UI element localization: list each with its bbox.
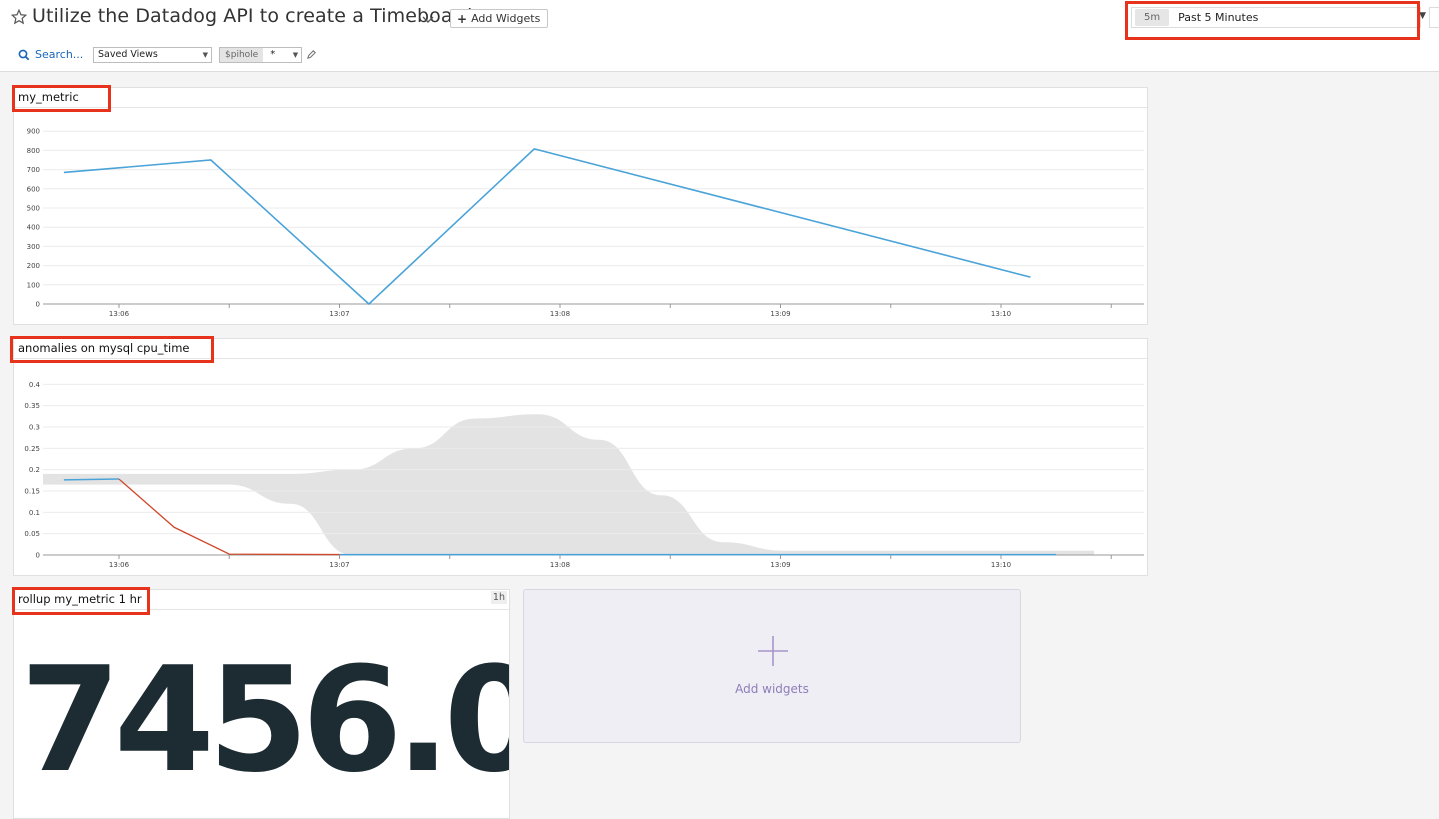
series-line	[63, 478, 120, 481]
timeseries-widget[interactable]: my_metric 0 100 200 300 400 500 600 700 800 900 13…	[13, 87, 1148, 325]
add-widgets-zone-label: Add widgets	[735, 682, 809, 696]
y-tick-label: 600	[27, 185, 40, 193]
y-tick-label: 500	[27, 205, 40, 213]
x-tick-label: 13:07	[329, 561, 349, 569]
time-selector[interactable]: 5m Past 5 Minutes ▼	[1131, 7, 1426, 28]
plus-icon	[758, 636, 788, 666]
x-tick-label: 13:08	[550, 561, 570, 569]
x-tick-label: 13:09	[770, 310, 790, 318]
pencil-icon[interactable]	[306, 49, 317, 60]
x-tick-label: 13:09	[770, 561, 790, 569]
star-icon[interactable]	[10, 6, 28, 28]
y-tick-label: 0.15	[24, 488, 40, 496]
y-tick-label: 300	[27, 243, 40, 251]
y-tick-label: 0	[36, 552, 40, 560]
y-tick-label: 0.05	[24, 530, 40, 538]
time-range-badge: 5m	[1135, 9, 1170, 26]
y-tick-label: 0.35	[24, 402, 40, 410]
add-widgets-label: Add Widgets	[471, 12, 541, 25]
widget-header: anomalies on mysql cpu_time	[14, 339, 1147, 359]
add-widgets-zone[interactable]: Add widgets	[523, 589, 1021, 743]
timeseries-chart[interactable]: 0 100 200 300 400 500 600 700 800 900 13:06 13:07 13…	[14, 108, 1147, 324]
query-value-widget[interactable]: rollup my_metric 1 hr 1h 7456.0	[13, 589, 510, 819]
plus-icon: +	[457, 11, 468, 26]
anomaly-chart[interactable]: 0 0.05 0.1 0.15 0.2 0.25 0.3 0.35 0.4 13:06 13:07 1…	[14, 359, 1147, 575]
time-control-button[interactable]	[1429, 7, 1439, 28]
search-button[interactable]: Search...	[18, 48, 83, 61]
x-tick-label: 13:10	[991, 310, 1011, 318]
y-tick-label: 0.1	[29, 509, 40, 517]
query-value: 7456.0	[20, 636, 510, 805]
template-variable[interactable]: $pihole * ▼	[219, 47, 303, 63]
y-tick-label: 900	[27, 128, 40, 136]
series-line	[63, 147, 1031, 306]
x-tick-label: 13:07	[329, 310, 349, 318]
add-widgets-button[interactable]: + Add Widgets	[450, 9, 549, 28]
y-tick-label: 0.3	[29, 424, 40, 432]
y-tick-label: 0.4	[29, 381, 41, 389]
anomaly-widget[interactable]: anomalies on mysql cpu_time 0 0.05 0.1 0.15…	[13, 338, 1148, 576]
x-tick-label: 13:06	[109, 310, 130, 318]
template-variable-name: $pihole	[220, 48, 264, 62]
widget-title: my_metric	[18, 90, 79, 104]
search-label: Search...	[35, 48, 84, 61]
x-tick-label: 13:10	[991, 561, 1011, 569]
caret-down-icon: ▼	[292, 51, 299, 59]
template-variable-value[interactable]: * ▼	[263, 48, 301, 62]
y-tick-label: 0.25	[24, 445, 40, 453]
y-tick-label: 100	[27, 281, 40, 289]
y-tick-label: 700	[27, 166, 40, 174]
widget-header: my_metric	[14, 88, 1147, 108]
x-tick-label: 13:08	[550, 310, 570, 318]
saved-views-select[interactable]: Saved Views ▼	[93, 47, 212, 63]
timeframe-badge: 1h	[490, 591, 507, 604]
y-tick-label: 800	[27, 147, 40, 155]
y-tick-label: 0.2	[29, 466, 40, 474]
widget-header: rollup my_metric 1 hr 1h	[14, 590, 509, 610]
y-tick-label: 0	[36, 301, 40, 309]
time-range-label: Past 5 Minutes	[1178, 11, 1259, 24]
chevron-down-icon[interactable]	[421, 12, 435, 26]
y-tick-label: 400	[27, 224, 40, 232]
search-icon	[18, 49, 30, 60]
widget-title: anomalies on mysql cpu_time	[18, 341, 190, 355]
saved-views-label: Saved Views	[98, 49, 158, 60]
caret-down-icon: ▼	[202, 51, 208, 59]
widget-title: rollup my_metric 1 hr	[18, 592, 142, 606]
dashboard-header: Utilize the Datadog API to create a Time…	[0, 0, 1439, 72]
dashboard-title[interactable]: Utilize the Datadog API to create a Time…	[32, 5, 472, 27]
caret-down-icon[interactable]: ▼	[1419, 11, 1426, 21]
y-tick-label: 200	[27, 262, 40, 270]
template-variable-value-text: *	[270, 49, 276, 60]
x-tick-label: 13:06	[109, 561, 130, 569]
